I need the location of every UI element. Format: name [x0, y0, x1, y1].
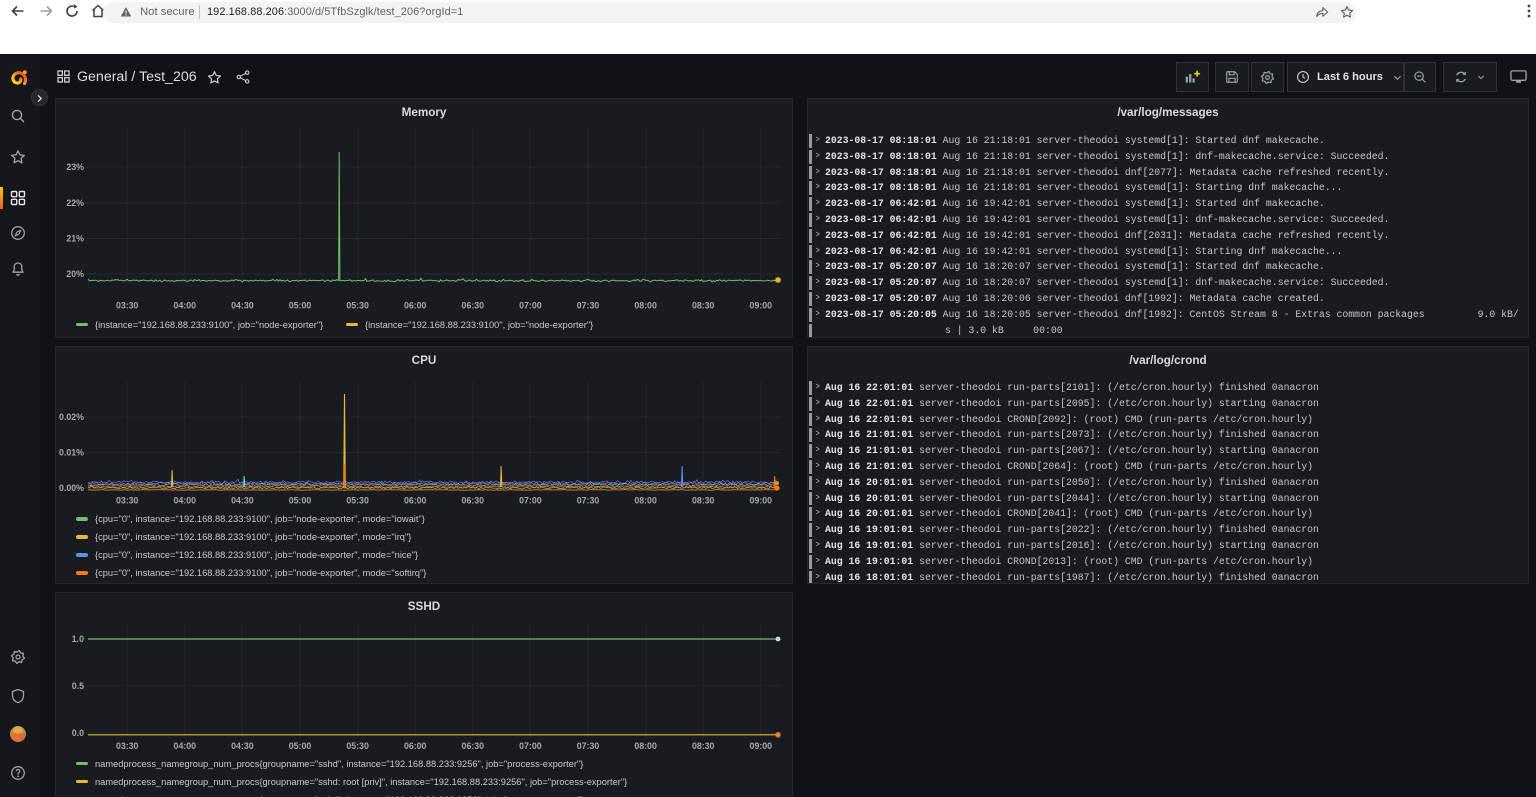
svg-text:20%: 20% — [66, 269, 84, 279]
svg-text:09:00: 09:00 — [750, 301, 773, 311]
svg-text:06:30: 06:30 — [462, 496, 485, 506]
svg-text:04:00: 04:00 — [174, 496, 197, 506]
svg-text:04:30: 04:30 — [231, 496, 254, 506]
svg-text:07:30: 07:30 — [577, 496, 600, 506]
svg-text:04:30: 04:30 — [231, 301, 254, 311]
svg-text:05:30: 05:30 — [346, 301, 369, 311]
svg-text:08:00: 08:00 — [634, 301, 657, 311]
svg-text:08:00: 08:00 — [634, 741, 657, 751]
svg-text:23%: 23% — [66, 162, 84, 172]
svg-text:08:30: 08:30 — [692, 741, 715, 751]
svg-text:06:30: 06:30 — [462, 301, 485, 311]
svg-text:07:30: 07:30 — [577, 741, 600, 751]
svg-text:04:30: 04:30 — [231, 741, 254, 751]
svg-text:03:30: 03:30 — [116, 301, 139, 311]
svg-text:08:30: 08:30 — [692, 301, 715, 311]
svg-text:05:00: 05:00 — [289, 496, 312, 506]
svg-text:21%: 21% — [66, 234, 84, 244]
svg-text:07:00: 07:00 — [519, 741, 542, 751]
svg-text:0.02%: 0.02% — [59, 412, 84, 422]
svg-text:0.0: 0.0 — [72, 728, 84, 738]
svg-text:03:30: 03:30 — [116, 741, 139, 751]
svg-text:06:30: 06:30 — [462, 741, 485, 751]
svg-text:09:00: 09:00 — [750, 741, 773, 751]
svg-text:08:30: 08:30 — [692, 496, 715, 506]
svg-text:07:00: 07:00 — [519, 496, 542, 506]
svg-text:09:00: 09:00 — [750, 496, 773, 506]
svg-text:07:30: 07:30 — [577, 301, 600, 311]
svg-text:06:00: 06:00 — [404, 741, 427, 751]
svg-text:04:00: 04:00 — [174, 741, 197, 751]
svg-text:22%: 22% — [66, 198, 84, 208]
svg-text:05:00: 05:00 — [289, 301, 312, 311]
svg-text:0.5: 0.5 — [72, 681, 84, 691]
svg-text:05:30: 05:30 — [346, 741, 369, 751]
svg-text:1.0: 1.0 — [72, 634, 84, 644]
svg-text:06:00: 06:00 — [404, 301, 427, 311]
svg-text:07:00: 07:00 — [519, 301, 542, 311]
svg-text:08:00: 08:00 — [634, 496, 657, 506]
svg-text:04:00: 04:00 — [174, 301, 197, 311]
svg-text:05:30: 05:30 — [346, 496, 369, 506]
svg-text:0.01%: 0.01% — [59, 448, 84, 458]
svg-text:03:30: 03:30 — [116, 496, 139, 506]
svg-text:06:00: 06:00 — [404, 496, 427, 506]
svg-text:0.00%: 0.00% — [59, 483, 84, 493]
svg-text:05:00: 05:00 — [289, 741, 312, 751]
